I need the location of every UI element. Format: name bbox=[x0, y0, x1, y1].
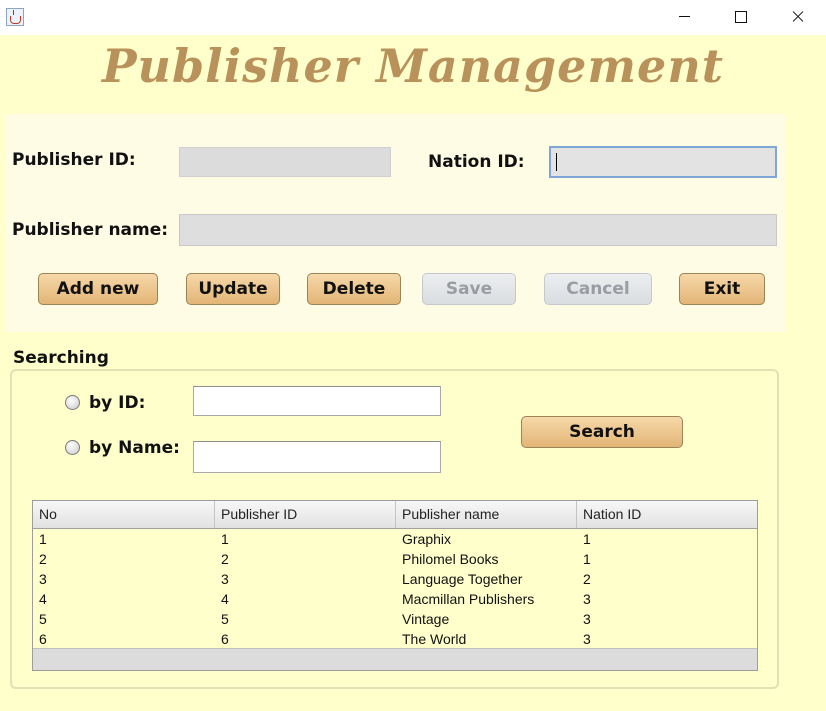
table-header: No Publisher ID Publisher name Nation ID bbox=[33, 501, 757, 529]
cell-nation-id: 3 bbox=[583, 611, 591, 627]
by-name-radio[interactable] bbox=[65, 440, 80, 455]
publisher-form-panel: Publisher ID: Nation ID: Publisher name:… bbox=[5, 114, 785, 332]
minimize-icon bbox=[679, 16, 690, 17]
column-header-nation-id[interactable]: Nation ID bbox=[577, 501, 757, 528]
exit-button[interactable]: Exit bbox=[679, 273, 765, 305]
table-row[interactable]: 1 1 Graphix 1 bbox=[33, 529, 757, 549]
cell-no: 1 bbox=[39, 531, 47, 547]
nation-id-label: Nation ID: bbox=[428, 152, 525, 172]
publisher-name-field[interactable] bbox=[179, 214, 777, 246]
save-button[interactable]: Save bbox=[422, 273, 516, 305]
cell-publisher-id: 3 bbox=[221, 571, 229, 587]
nation-id-field[interactable] bbox=[549, 146, 777, 178]
table-horizontal-scrollbar[interactable] bbox=[33, 648, 757, 670]
cell-publisher-id: 4 bbox=[221, 591, 229, 607]
delete-button[interactable]: Delete bbox=[307, 273, 401, 305]
cell-no: 5 bbox=[39, 611, 47, 627]
cell-no: 3 bbox=[39, 571, 47, 587]
by-name-label: by Name: bbox=[89, 438, 180, 458]
cell-publisher-name: Vintage bbox=[402, 611, 450, 627]
cell-publisher-name: Graphix bbox=[402, 531, 452, 547]
table-row[interactable]: 5 5 Vintage 3 bbox=[33, 609, 757, 629]
window-titlebar bbox=[0, 0, 826, 35]
cell-nation-id: 1 bbox=[583, 531, 591, 547]
cell-nation-id: 3 bbox=[583, 591, 591, 607]
cell-publisher-id: 2 bbox=[221, 551, 229, 567]
cell-publisher-name: Philomel Books bbox=[402, 551, 499, 567]
cancel-button[interactable]: Cancel bbox=[544, 273, 652, 305]
by-id-radio[interactable] bbox=[65, 395, 80, 410]
search-id-input[interactable] bbox=[193, 386, 441, 416]
cell-no: 6 bbox=[39, 631, 47, 647]
cell-no: 4 bbox=[39, 591, 47, 607]
table-row[interactable]: 4 4 Macmillan Publishers 3 bbox=[33, 589, 757, 609]
cell-publisher-id: 1 bbox=[221, 531, 229, 547]
cell-publisher-name: Macmillan Publishers bbox=[402, 591, 535, 607]
by-id-label: by ID: bbox=[89, 393, 146, 413]
cell-publisher-id: 5 bbox=[221, 611, 229, 627]
column-header-publisher-name[interactable]: Publisher name bbox=[396, 501, 577, 528]
publisher-table: No Publisher ID Publisher name Nation ID… bbox=[32, 500, 758, 671]
cell-nation-id: 1 bbox=[583, 551, 591, 567]
add-new-button[interactable]: Add new bbox=[38, 273, 158, 305]
table-row[interactable]: 2 2 Philomel Books 1 bbox=[33, 549, 757, 569]
close-button[interactable] bbox=[775, 0, 821, 35]
maximize-button[interactable] bbox=[717, 0, 763, 35]
minimize-button[interactable] bbox=[660, 0, 706, 35]
main-content: Publisher Management Publisher ID: Natio… bbox=[0, 35, 826, 711]
cell-no: 2 bbox=[39, 551, 47, 567]
cell-publisher-name: The World bbox=[402, 631, 467, 647]
search-name-input[interactable] bbox=[193, 441, 441, 473]
cell-nation-id: 2 bbox=[583, 571, 591, 587]
table-row[interactable]: 3 3 Language Together 2 bbox=[33, 569, 757, 589]
text-caret bbox=[556, 153, 557, 171]
update-button[interactable]: Update bbox=[186, 273, 280, 305]
publisher-name-label: Publisher name: bbox=[12, 220, 169, 240]
column-header-publisher-id[interactable]: Publisher ID bbox=[215, 501, 396, 528]
page-title: Publisher Management bbox=[101, 39, 725, 93]
column-header-no[interactable]: No bbox=[33, 501, 215, 528]
table-body: 1 1 Graphix 1 2 2 Philomel Books 1 3 3 L… bbox=[33, 529, 757, 649]
searching-heading: Searching bbox=[13, 348, 109, 368]
cell-publisher-name: Language Together bbox=[402, 571, 523, 587]
table-row[interactable]: 6 6 The World 3 bbox=[33, 629, 757, 649]
search-button[interactable]: Search bbox=[521, 416, 683, 448]
cell-publisher-id: 6 bbox=[221, 631, 229, 647]
java-app-icon[interactable] bbox=[6, 8, 24, 26]
cell-nation-id: 3 bbox=[583, 631, 591, 647]
publisher-id-field[interactable] bbox=[179, 147, 391, 177]
publisher-id-label: Publisher ID: bbox=[12, 150, 136, 170]
maximize-icon bbox=[735, 11, 747, 23]
